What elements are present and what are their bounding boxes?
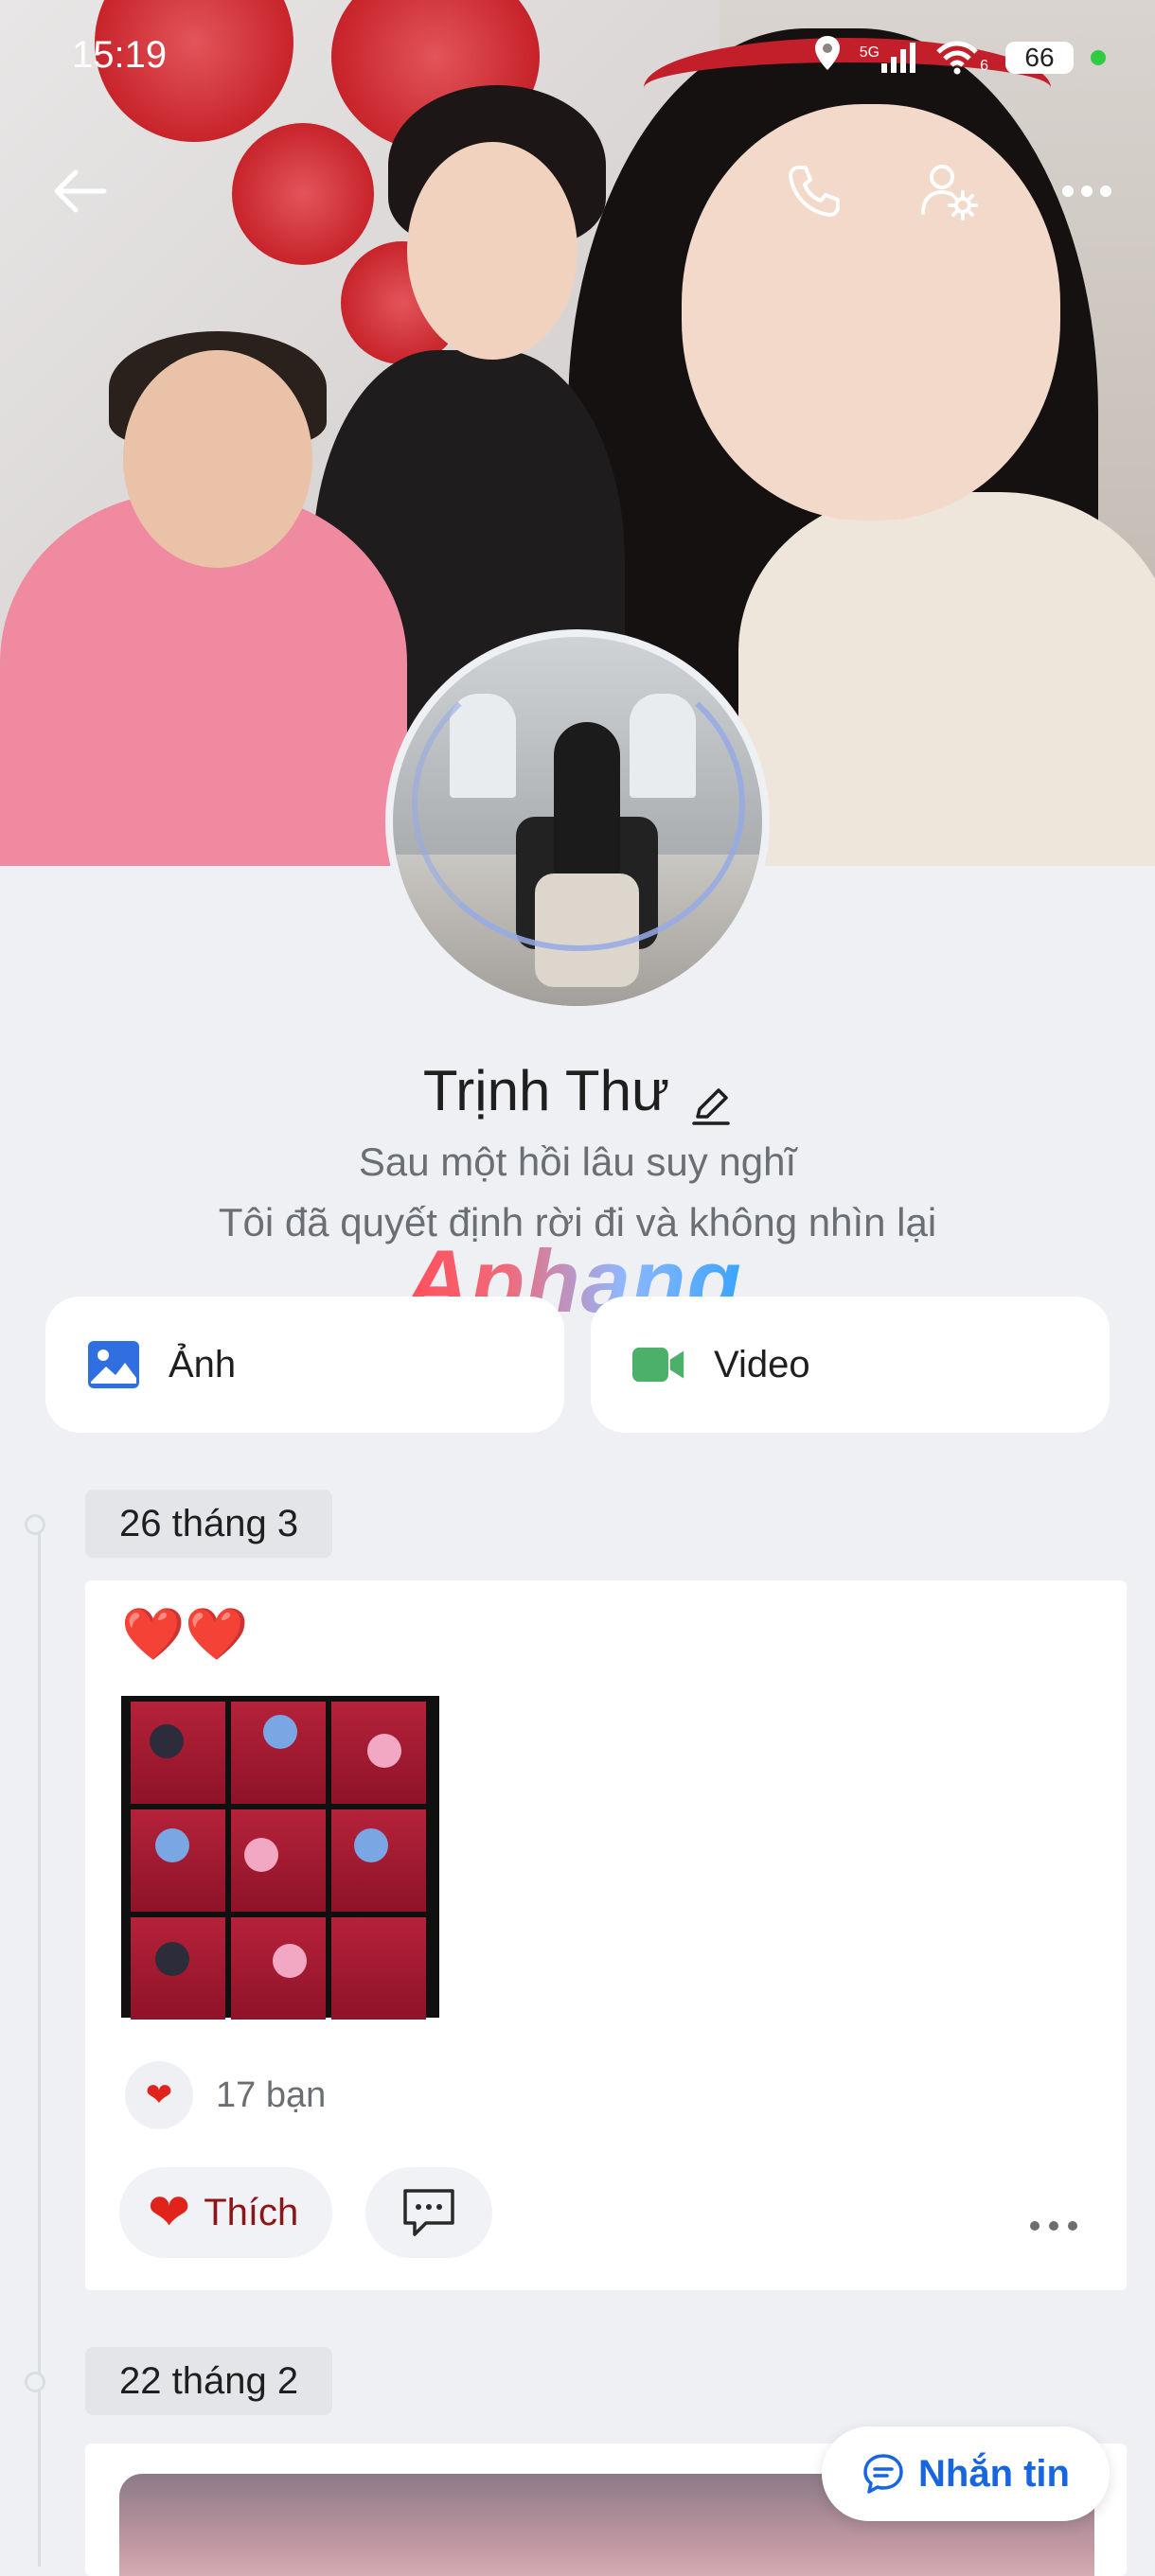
pencil-icon	[692, 1088, 730, 1125]
videos-label: Video	[714, 1343, 810, 1385]
message-label: Nhắn tin	[918, 2452, 1070, 2495]
cover-person	[123, 350, 312, 568]
status-bar: 15:19 5G 6 66	[0, 0, 1155, 104]
like-label: Thích	[204, 2191, 299, 2233]
profile-name-row: Trịnh Thư	[0, 1058, 1155, 1125]
network-type: 5G	[859, 44, 880, 61]
status-icons: 5G 6 66	[812, 34, 1106, 80]
bio-line: Sau một hồi lâu suy nghĩ	[358, 1139, 797, 1184]
reaction-count: 17 bạn	[216, 2074, 327, 2115]
post-photo[interactable]	[121, 1696, 439, 2020]
user-settings-icon	[921, 165, 978, 221]
message-button[interactable]: Nhắn tin	[822, 2426, 1110, 2521]
photos-label: Ảnh	[169, 1343, 237, 1385]
photo-person	[155, 1942, 189, 1976]
photo-person	[244, 1838, 278, 1872]
heart-icon: ❤	[125, 2061, 193, 2129]
signal-icon	[881, 42, 916, 73]
arrow-left-icon	[54, 169, 107, 213]
back-button[interactable]	[40, 151, 119, 231]
video-camera-icon	[632, 1338, 685, 1391]
photo-person	[367, 1734, 401, 1768]
decoration-fan	[232, 123, 374, 265]
photo-person	[263, 1715, 297, 1749]
profile-settings-button[interactable]	[909, 151, 988, 231]
date-chip: 22 tháng 2	[85, 2347, 333, 2415]
call-button[interactable]	[774, 151, 854, 231]
like-button[interactable]: ❤ Thích	[119, 2167, 333, 2258]
chat-bubble-icon	[863, 2454, 903, 2494]
status-time: 15:19	[72, 34, 168, 76]
avatar[interactable]	[385, 629, 770, 1014]
more-horizontal-icon	[1030, 2221, 1077, 2231]
heart-icon: ❤	[148, 2184, 191, 2241]
timeline-line	[38, 1526, 41, 2567]
photo-person	[155, 1828, 189, 1862]
timeline-post: ❤️❤️ ❤ 17 bạn ❤ Thích	[85, 1580, 1127, 2290]
timeline-dot	[25, 1514, 45, 1535]
comment-icon	[403, 2189, 454, 2236]
location-icon	[812, 34, 843, 80]
more-options-button[interactable]	[1047, 151, 1127, 231]
cover-person	[738, 492, 1155, 866]
photo-frame	[331, 1917, 426, 2020]
post-caption: ❤️❤️	[121, 1606, 249, 1663]
image-icon	[87, 1338, 140, 1391]
photo-person	[150, 1724, 184, 1758]
cover-person	[407, 142, 578, 360]
timeline-dot	[25, 2372, 45, 2392]
reaction-summary[interactable]: ❤ 17 bạn	[125, 2061, 326, 2129]
battery-level: 66	[1005, 41, 1074, 74]
photo-person	[354, 1828, 388, 1862]
phone-icon	[789, 166, 840, 217]
cover-person	[682, 104, 1060, 520]
avatar-logo-ring	[412, 656, 745, 951]
photos-button[interactable]: Ảnh	[45, 1297, 564, 1433]
more-horizontal-icon	[1062, 185, 1111, 197]
comment-button[interactable]	[365, 2167, 492, 2258]
post-more-button[interactable]	[1028, 2196, 1079, 2243]
date-chip: 26 tháng 3	[85, 1490, 333, 1558]
profile-name: Trịnh Thư	[422, 1059, 670, 1122]
videos-button[interactable]: Video	[591, 1297, 1110, 1433]
privacy-dot-icon	[1091, 49, 1106, 65]
edit-name-button[interactable]	[690, 1074, 732, 1125]
photo-person	[273, 1944, 307, 1978]
wifi-sub: 6	[980, 57, 988, 74]
wifi-icon	[936, 41, 978, 74]
